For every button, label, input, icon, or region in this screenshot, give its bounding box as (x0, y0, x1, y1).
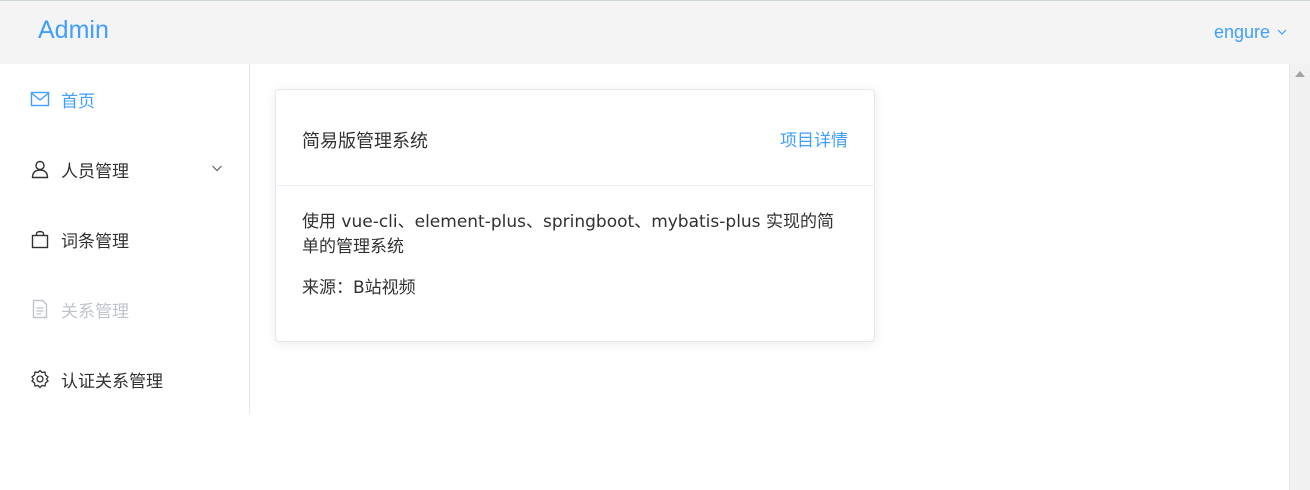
document-icon (30, 299, 50, 319)
sidebar-menu: 首页 人员管理 词条管理 关系管理 认证关系管理 (0, 64, 250, 414)
chevron-down-icon (1276, 22, 1288, 43)
vertical-scrollbar[interactable] (1289, 64, 1310, 490)
sidebar-item-relations: 关系管理 (0, 274, 249, 344)
scroll-up-arrow-icon[interactable] (1295, 71, 1305, 77)
user-icon (30, 159, 50, 179)
sidebar-item-label: 人员管理 (61, 161, 129, 182)
sidebar-item-label: 认证关系管理 (61, 371, 163, 392)
project-details-link[interactable]: 项目详情 (780, 126, 848, 151)
project-card: 简易版管理系统 项目详情 使用 vue-cli、element-plus、spr… (275, 89, 875, 342)
sidebar-item-entries[interactable]: 词条管理 (0, 204, 249, 274)
gear-icon (30, 369, 50, 389)
card-body: 使用 vue-cli、element-plus、springboot、mybat… (276, 186, 874, 321)
sidebar-item-personnel[interactable]: 人员管理 (0, 134, 249, 204)
shopping-bag-icon (30, 229, 50, 249)
user-name: engure (1213, 22, 1270, 42)
app-logo: Admin (38, 16, 109, 44)
card-title: 简易版管理系统 (302, 131, 428, 152)
chevron-down-icon (211, 162, 223, 174)
card-description: 使用 vue-cli、element-plus、springboot、mybat… (302, 212, 834, 257)
sidebar-item-label: 首页 (61, 91, 95, 112)
sidebar-item-label: 词条管理 (61, 231, 129, 252)
card-header: 简易版管理系统 项目详情 (276, 90, 874, 186)
sidebar-item-home[interactable]: 首页 (0, 64, 249, 134)
top-header: Admin engure (0, 0, 1310, 64)
user-dropdown[interactable]: engure (1214, 22, 1288, 43)
message-icon (30, 89, 50, 109)
card-source: 来源：B站视频 (302, 278, 416, 298)
sidebar-item-label: 关系管理 (61, 301, 129, 322)
sidebar-item-auth-relations[interactable]: 认证关系管理 (0, 344, 249, 414)
